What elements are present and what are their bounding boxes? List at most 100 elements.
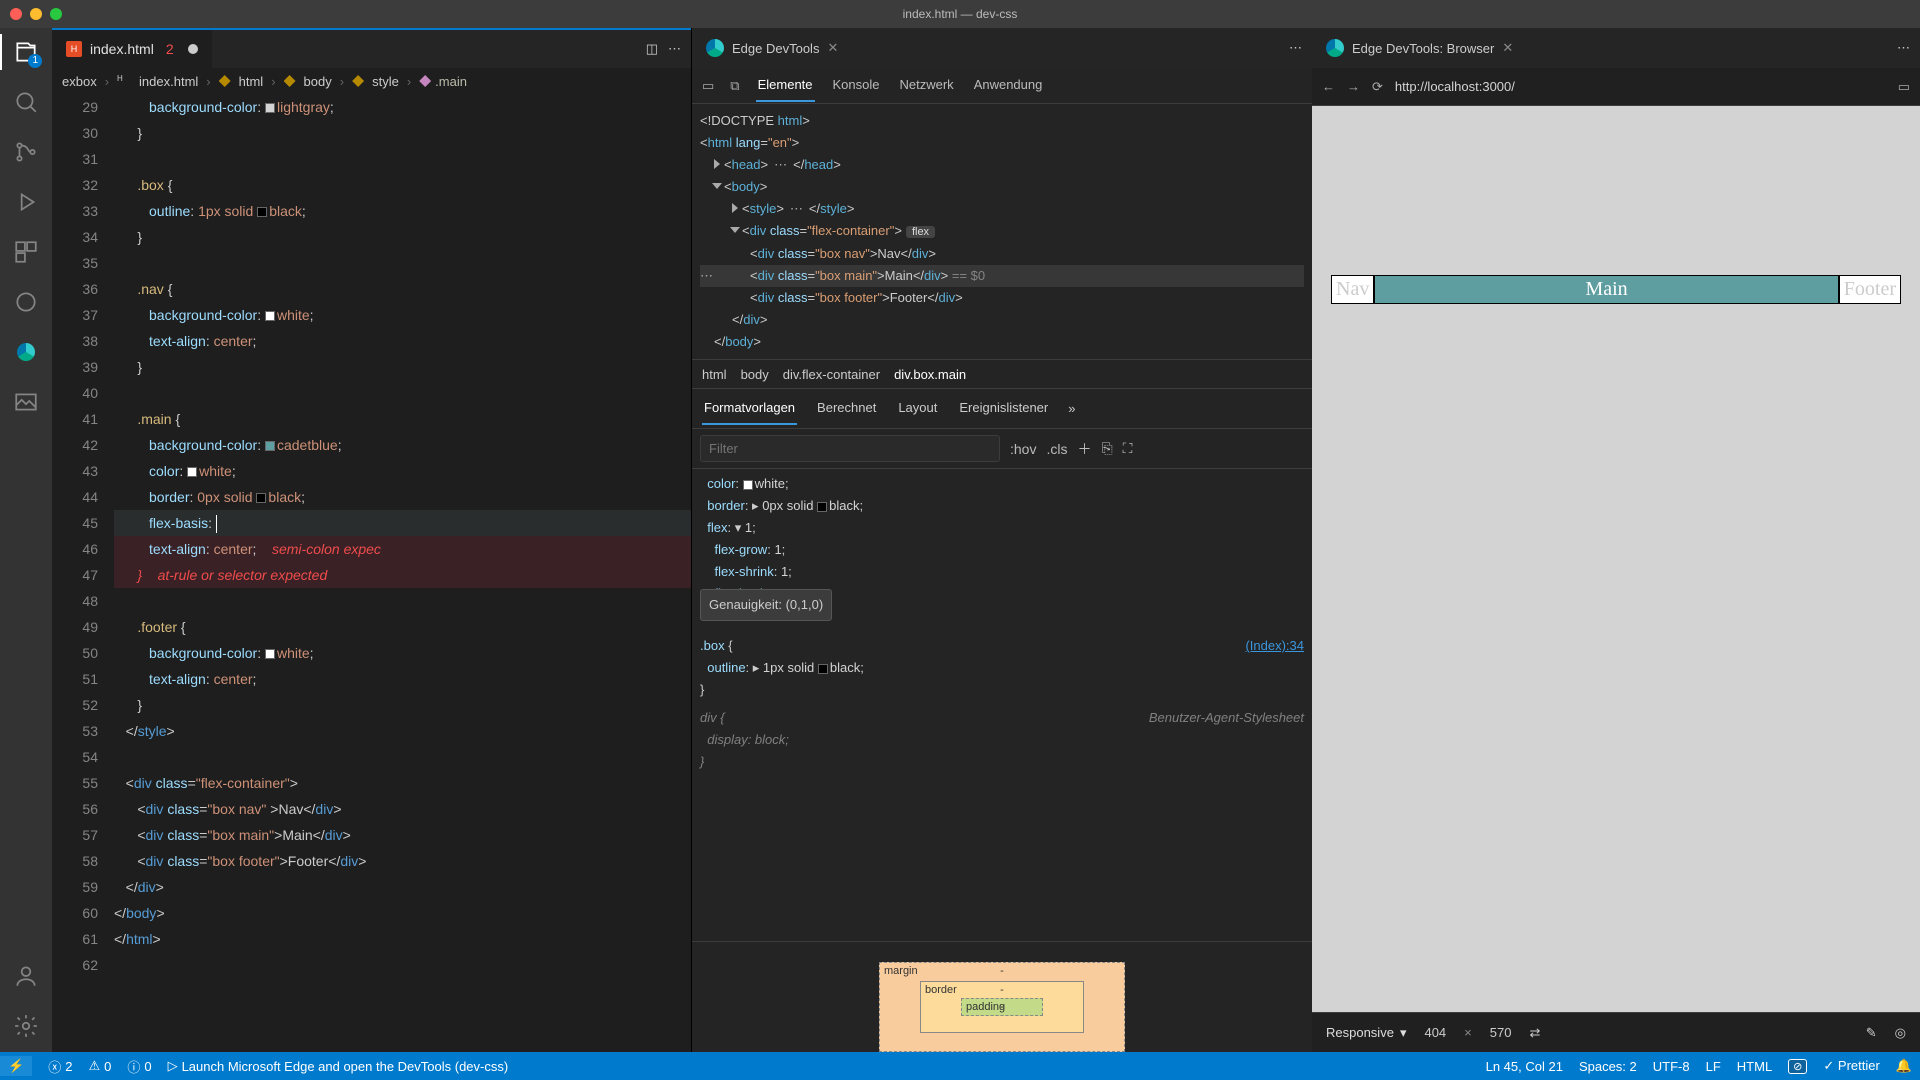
crumb[interactable]: div.box.main (894, 367, 966, 382)
expand-icon[interactable]: ⛶ (1123, 440, 1133, 457)
code-lines[interactable]: background-color: lightgray; } .box { ou… (114, 94, 691, 1052)
tab-ereignislistener[interactable]: Ereignislistener (957, 392, 1050, 425)
warnings-status[interactable]: ⚠ 0 (88, 1058, 111, 1074)
add-rule-icon[interactable]: ＋ (1077, 439, 1091, 459)
port-badge[interactable]: ⊘ (1788, 1059, 1807, 1074)
devtools-panel: Edge DevTools ✕ ⋯ ▭ ⧉ Elemente Konsole N… (692, 28, 1312, 1052)
extensions-icon[interactable] (12, 238, 40, 266)
cursor-pos[interactable]: Ln 45, Col 21 (1486, 1059, 1563, 1074)
more-icon[interactable]: ⋯ (1897, 40, 1910, 56)
search-icon[interactable] (12, 88, 40, 116)
times-icon: × (1464, 1025, 1472, 1040)
titlebar: index.html — dev-css (0, 0, 1920, 28)
tab-edge-devtools[interactable]: Edge DevTools ✕ (692, 28, 852, 68)
box-model: margin- border- padding- (692, 941, 1312, 1052)
dom-tree[interactable]: <!DOCTYPE html> <html lang="en"> <head>⋯… (692, 104, 1312, 359)
vw-width[interactable]: 404 (1424, 1025, 1446, 1040)
image-icon[interactable] (12, 388, 40, 416)
device-icon[interactable]: ⧉ (730, 78, 739, 94)
tab-anwendung[interactable]: Anwendung (972, 69, 1045, 102)
bm-val: - (1000, 984, 1004, 996)
tab-index-html[interactable]: H index.html 2 (52, 30, 212, 68)
hov-toggle[interactable]: :hov (1010, 441, 1036, 457)
bm-label: margin (884, 965, 918, 977)
crumb[interactable]: .main (435, 74, 467, 89)
close-icon[interactable]: ✕ (1502, 40, 1513, 56)
styles-pane[interactable]: color: white; border: ▸ 0px solid black;… (692, 469, 1312, 941)
errors-status[interactable]: ⓧ 2 (48, 1057, 72, 1076)
cls-toggle[interactable]: .cls (1046, 441, 1067, 457)
indent[interactable]: Spaces: 2 (1579, 1059, 1637, 1074)
back-icon[interactable]: ← (1322, 79, 1335, 94)
bell-icon[interactable]: 🔔 (1896, 1058, 1912, 1074)
html-file-icon: H (117, 74, 131, 88)
remote-icon[interactable] (12, 288, 40, 316)
devtools-tabs: Edge DevTools ✕ ⋯ (692, 28, 1312, 68)
scm-icon[interactable] (12, 138, 40, 166)
inspect-icon[interactable]: ▭ (702, 78, 714, 94)
explorer-badge: 1 (28, 54, 42, 68)
tab-konsole[interactable]: Konsole (831, 69, 882, 102)
more-icon[interactable]: » (1068, 401, 1075, 416)
tab-edge-browser[interactable]: Edge DevTools: Browser ✕ (1312, 28, 1527, 68)
tab-formatvorlagen[interactable]: Formatvorlagen (702, 392, 797, 425)
forward-icon[interactable]: → (1347, 79, 1360, 94)
editor-group: H index.html 2 ◫ ⋯ exbox› Hindex.html› h… (52, 28, 692, 1052)
edge-icon (1326, 39, 1344, 57)
crumb[interactable]: body (741, 367, 769, 382)
crumb[interactable]: style (372, 74, 399, 89)
encoding[interactable]: UTF-8 (1653, 1059, 1690, 1074)
crumb[interactable]: index.html (139, 74, 198, 89)
more-icon[interactable]: ⋯ (1289, 40, 1302, 56)
tab-elemente[interactable]: Elemente (756, 69, 815, 102)
more-icon[interactable]: ⋯ (668, 41, 681, 57)
responsive-bar: Responsive ▾ 404 × 570 ⇄ ✎ ◎ (1312, 1012, 1920, 1052)
bm-val: - (1000, 965, 1004, 977)
close-icon[interactable]: ✕ (827, 40, 838, 56)
symbol-icon (419, 75, 431, 87)
maximize-window-icon[interactable] (50, 8, 62, 20)
explorer-icon[interactable]: 1 (12, 38, 40, 66)
edge-tools-icon[interactable] (12, 338, 40, 366)
eol[interactable]: LF (1706, 1059, 1721, 1074)
tab-label: Edge DevTools: Browser (1352, 41, 1494, 56)
crumb[interactable]: html (239, 74, 264, 89)
reload-icon[interactable]: ⟳ (1372, 79, 1383, 95)
vw-height[interactable]: 570 (1490, 1025, 1512, 1040)
info-status[interactable]: ⓘ 0 (127, 1057, 151, 1076)
inspect-icon[interactable]: ▭ (1898, 79, 1910, 95)
breadcrumb[interactable]: exbox› Hindex.html› html› body› style› .… (52, 68, 691, 94)
gear-icon[interactable] (12, 1012, 40, 1040)
tab-berechnet[interactable]: Berechnet (815, 392, 878, 425)
crumb[interactable]: exbox (62, 74, 97, 89)
crumb[interactable]: html (702, 367, 727, 382)
editor-tabs: H index.html 2 ◫ ⋯ (52, 28, 691, 68)
rendered-nav: Nav (1331, 275, 1374, 304)
launch-task[interactable]: ▷ Launch Microsoft Edge and open the Dev… (168, 1058, 509, 1074)
code-editor[interactable]: 2930313233343536373839404142434445464748… (52, 94, 691, 1052)
device-select[interactable]: Responsive ▾ (1326, 1025, 1406, 1041)
prettier-status[interactable]: ✓ Prettier (1823, 1058, 1879, 1074)
crumb[interactable]: body (304, 74, 332, 89)
copy-icon[interactable]: ⎘ (1101, 440, 1112, 457)
filter-input[interactable] (700, 435, 1000, 462)
bm-val: - (1000, 1001, 1004, 1013)
dom-breadcrumb[interactable]: html body div.flex-container div.box.mai… (692, 359, 1312, 389)
url-field[interactable]: http://localhost:3000/ (1395, 79, 1886, 94)
language[interactable]: HTML (1737, 1059, 1772, 1074)
remote-indicator[interactable]: ⚡ (0, 1056, 32, 1076)
eyedropper-icon[interactable]: ✎ (1866, 1025, 1877, 1041)
split-editor-icon[interactable]: ◫ (646, 41, 658, 57)
target-icon[interactable]: ◎ (1895, 1025, 1906, 1041)
tab-layout[interactable]: Layout (896, 392, 939, 425)
debug-icon[interactable] (12, 188, 40, 216)
minimize-window-icon[interactable] (30, 8, 42, 20)
account-icon[interactable] (12, 962, 40, 990)
tab-netzwerk[interactable]: Netzwerk (898, 69, 956, 102)
devtools-top-tabs: ▭ ⧉ Elemente Konsole Netzwerk Anwendung (692, 68, 1312, 104)
crumb[interactable]: div.flex-container (783, 367, 880, 382)
rotate-icon[interactable]: ⇄ (1529, 1025, 1540, 1041)
source-link[interactable]: (Index):34 (1245, 635, 1304, 657)
bm-label: border (925, 984, 957, 996)
close-window-icon[interactable] (10, 8, 22, 20)
